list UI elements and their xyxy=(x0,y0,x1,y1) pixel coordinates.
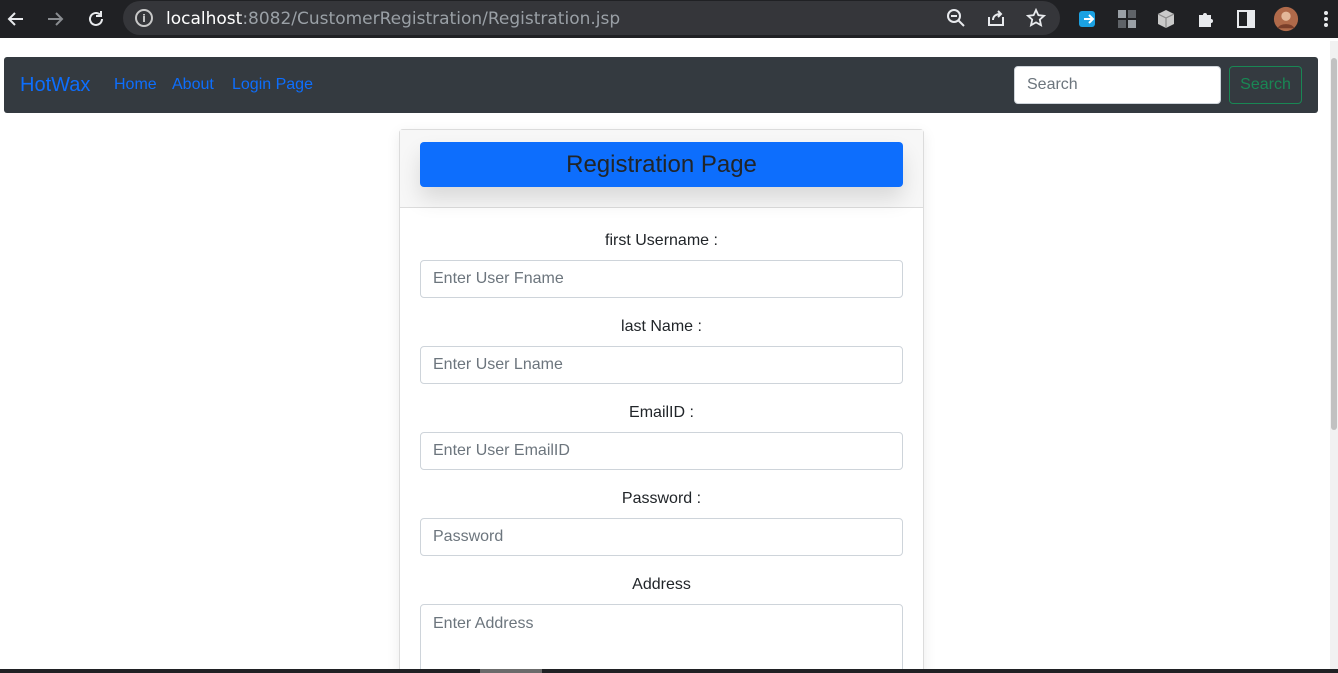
address-textarea[interactable] xyxy=(420,604,903,673)
first-username-label: first Username : xyxy=(605,232,718,249)
extension-icon[interactable] xyxy=(1075,6,1101,32)
navbar: HotWax Home About Login Page Search xyxy=(4,57,1318,113)
password-input[interactable] xyxy=(420,518,903,556)
forward-icon[interactable] xyxy=(41,5,69,33)
password-label: Password : xyxy=(621,490,702,507)
address-bar[interactable]: i localhost:8082/CustomerRegistration/Re… xyxy=(123,1,1060,35)
share-icon[interactable] xyxy=(983,5,1009,31)
browser-toolbar: i localhost:8082/CustomerRegistration/Re… xyxy=(0,0,1338,38)
puzzle-icon[interactable] xyxy=(1193,6,1219,32)
search-input[interactable] xyxy=(1014,66,1221,104)
registration-card: Registration Page first Username : last … xyxy=(399,129,924,673)
reload-icon[interactable] xyxy=(82,5,110,33)
email-input[interactable] xyxy=(420,432,903,470)
nav-about-link[interactable]: About xyxy=(172,76,214,94)
first-name-input[interactable] xyxy=(420,260,903,298)
grid-extension-icon[interactable] xyxy=(1114,6,1140,32)
cube-extension-icon[interactable] xyxy=(1153,6,1179,32)
nav-login-link[interactable]: Login Page xyxy=(232,76,313,94)
chrome-divider xyxy=(0,38,1338,41)
horizontal-scroll-thumb[interactable] xyxy=(480,669,542,673)
email-label: EmailID : xyxy=(629,404,694,421)
last-name-input[interactable] xyxy=(420,346,903,384)
bookmark-star-icon[interactable] xyxy=(1023,5,1049,31)
zoom-icon[interactable] xyxy=(943,5,969,31)
profile-avatar[interactable] xyxy=(1273,6,1299,32)
nav-home-link[interactable]: Home xyxy=(114,76,157,94)
page-title: Registration Page xyxy=(420,142,903,187)
scrollbar-thumb[interactable] xyxy=(1331,58,1337,430)
search-button[interactable]: Search xyxy=(1229,66,1302,104)
url-text: localhost:8082/CustomerRegistration/Regi… xyxy=(166,9,621,29)
card-header: Registration Page xyxy=(400,130,923,208)
brand-link[interactable]: HotWax xyxy=(20,74,90,97)
back-icon[interactable] xyxy=(2,5,30,33)
side-panel-icon[interactable] xyxy=(1233,6,1259,32)
last-name-label: last Name : xyxy=(621,318,702,335)
menu-icon[interactable] xyxy=(1313,6,1338,32)
address-label: Address xyxy=(632,576,691,593)
bottom-bar xyxy=(0,669,1338,673)
info-icon[interactable]: i xyxy=(135,9,153,27)
